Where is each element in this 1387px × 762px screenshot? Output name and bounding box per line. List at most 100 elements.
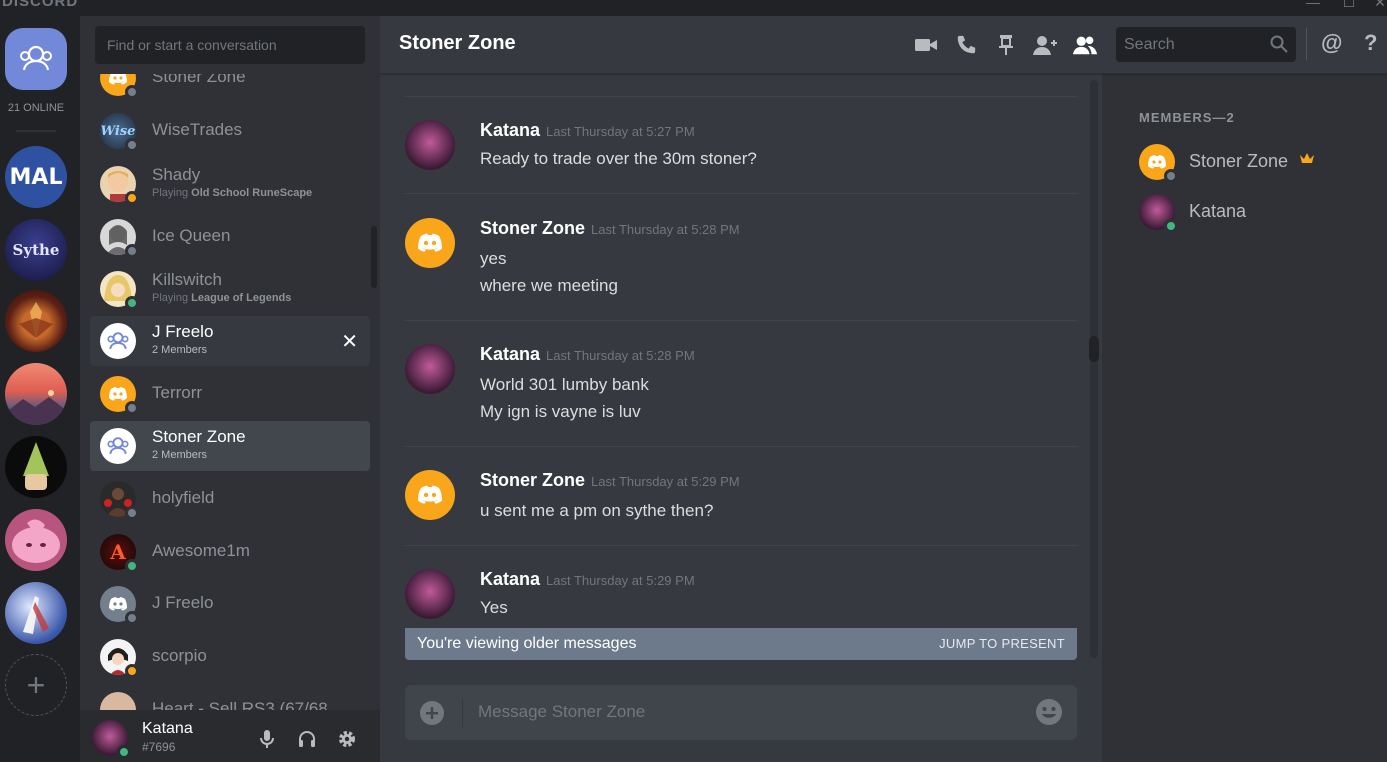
message-divider [405, 446, 1077, 447]
title-bar: DISCORD — ☐ ✕ [0, 0, 1387, 16]
dm-item-wisetrades[interactable]: Wise WiseTrades [90, 106, 370, 156]
phone-icon [957, 35, 976, 54]
dm-search-container: Find or start a conversation [80, 16, 380, 74]
server-sunset[interactable] [5, 363, 67, 425]
message-author[interactable]: Katana Last Thursday at 5:27 PM [480, 120, 695, 141]
group-dm-icon [107, 332, 129, 350]
close-window-button[interactable]: ✕ [1370, 0, 1387, 11]
avatar: Wise [100, 113, 139, 152]
message-input[interactable]: Message Stoner Zone [478, 702, 645, 722]
user-settings-button[interactable] [336, 728, 358, 750]
dm-item-stoner-zone-group[interactable]: Stoner Zone 2 Members [90, 421, 370, 471]
dm-item-j-freelo[interactable]: J Freelo [90, 579, 370, 629]
dm-name: Heart - Sell RS3 (67/68 [152, 699, 328, 710]
server-separator [16, 130, 56, 132]
avatar [100, 481, 139, 520]
member-list-toggle[interactable] [1072, 32, 1098, 58]
server-warrior[interactable] [5, 290, 67, 352]
channel-header: Stoner Zone Search @ ? [380, 16, 1387, 74]
avatar [100, 166, 139, 205]
dm-name: scorpio [152, 646, 207, 665]
dm-name: Awesome1m [152, 541, 250, 560]
upload-plus-icon[interactable] [419, 700, 445, 726]
older-messages-text: You're viewing older messages [417, 635, 637, 652]
avatar [100, 323, 136, 359]
dm-item-awesome1m[interactable]: A Awesome1m [90, 527, 370, 577]
add-friend-to-dm-button[interactable] [1032, 32, 1058, 58]
dm-item-scorpio[interactable]: scorpio [90, 632, 370, 682]
find-conversation-input[interactable]: Find or start a conversation [95, 26, 365, 64]
dm-name: J Freelo [152, 593, 214, 612]
server-sythe[interactable]: Sythe [5, 219, 67, 281]
emoji-icon[interactable] [1035, 698, 1063, 726]
avatar [100, 271, 139, 310]
dm-item-j-freelo-group[interactable]: J Freelo 2 Members ✕ [90, 316, 370, 366]
server-gnome[interactable] [5, 436, 67, 498]
dm-scrollbar[interactable] [371, 226, 377, 288]
message-author[interactable]: Katana Last Thursday at 5:28 PM [480, 344, 695, 365]
maximize-button[interactable]: ☐ [1339, 0, 1359, 11]
mute-button[interactable] [256, 728, 278, 750]
avatar [100, 586, 139, 625]
dm-item-holyfield[interactable]: holyfield [90, 474, 370, 524]
author-avatar[interactable] [405, 120, 455, 170]
message-author[interactable]: Stoner Zone Last Thursday at 5:28 PM [480, 218, 740, 239]
author-avatar[interactable] [405, 344, 455, 394]
message-text: Yes [480, 598, 508, 617]
deafen-button[interactable] [296, 728, 318, 750]
message-text: where we meeting [480, 276, 618, 295]
home-button[interactable] [5, 28, 67, 90]
status-offline-icon [125, 138, 139, 152]
composer-divider [462, 699, 463, 727]
dm-item-shady[interactable]: Shady Playing Old School RuneScape [90, 159, 370, 209]
search-input[interactable]: Search [1116, 27, 1296, 62]
online-count: 21 ONLINE [7, 102, 65, 114]
friends-icon [20, 45, 52, 71]
member-item-katana[interactable]: Katana [1139, 190, 1379, 234]
voice-call-button[interactable] [953, 32, 979, 58]
jump-to-present-button[interactable]: JUMP TO PRESENT [939, 636, 1065, 651]
message-timestamp: Last Thursday at 5:27 PM [546, 124, 695, 139]
help-button[interactable]: ? [1364, 30, 1377, 56]
status-online-icon [125, 296, 139, 310]
dm-item-heart[interactable]: Heart - Sell RS3 (67/68 [90, 685, 370, 710]
server-list: 21 ONLINE MAL Sythe + [0, 16, 80, 762]
dm-item-killswitch[interactable]: Killswitch Playing League of Legends [90, 264, 370, 314]
crown-icon [1300, 153, 1314, 163]
message-timestamp: Last Thursday at 5:29 PM [546, 573, 695, 588]
message-timestamp: Last Thursday at 5:28 PM [591, 222, 740, 237]
add-user-icon [1033, 36, 1057, 55]
author-avatar[interactable] [405, 218, 455, 268]
dm-member-count: 2 Members [152, 449, 208, 461]
message-text: u sent me a pm on sythe then? [480, 501, 714, 520]
author-avatar[interactable] [405, 569, 455, 619]
mentions-button[interactable]: @ [1321, 30, 1342, 56]
user-avatar[interactable] [92, 720, 131, 759]
message-divider [405, 320, 1077, 321]
blob-icon [12, 519, 60, 563]
dm-name: Killswitch [152, 270, 222, 289]
message-list: Katana Last Thursday at 5:27 PM Ready to … [405, 74, 1077, 630]
pinned-messages-button[interactable] [993, 32, 1019, 58]
server-mal[interactable]: MAL [5, 146, 67, 208]
avatar [1139, 194, 1178, 233]
message-author[interactable]: Katana Last Thursday at 5:29 PM [480, 569, 695, 590]
dm-member-count: 2 Members [152, 344, 208, 356]
messages-scrollbar-thumb[interactable] [1089, 336, 1099, 362]
minimize-button[interactable]: — [1303, 0, 1323, 10]
author-avatar[interactable] [405, 470, 455, 520]
member-name: Katana [1189, 201, 1247, 221]
add-server-button[interactable]: + [5, 654, 67, 716]
headphones-icon [299, 731, 315, 747]
server-pink-blob[interactable] [5, 509, 67, 571]
close-dm-button[interactable]: ✕ [341, 329, 358, 354]
header-divider [1306, 28, 1307, 60]
server-anime[interactable] [5, 582, 67, 644]
dm-item-terrorr[interactable]: Terrorr [90, 369, 370, 419]
avatar [100, 639, 139, 678]
message-text: Ready to trade over the 30m stoner? [480, 149, 757, 168]
dm-item-ice-queen[interactable]: Ice Queen [90, 212, 370, 262]
message-author[interactable]: Stoner Zone Last Thursday at 5:29 PM [480, 470, 740, 491]
member-item-stoner-zone[interactable]: Stoner Zone [1139, 140, 1379, 184]
video-call-button[interactable] [913, 32, 939, 58]
